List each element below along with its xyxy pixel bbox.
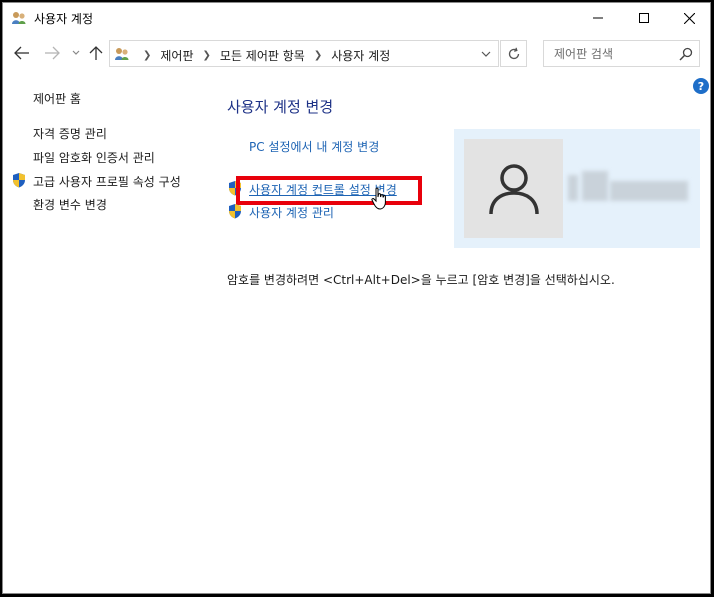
highlight-annotation [236, 176, 422, 205]
title-bar[interactable]: 사용자 계정 [3, 3, 710, 33]
minimize-icon [593, 17, 603, 19]
chevron-right-icon: ❯ [143, 50, 152, 61]
uac-shield-icon [11, 172, 27, 188]
help-button[interactable]: ? [693, 78, 709, 94]
close-button[interactable] [666, 3, 710, 33]
page-title: 사용자 계정 변경 [227, 98, 334, 116]
user-accounts-icon [114, 46, 130, 62]
control-panel-window: 사용자 계정 ❯ 제어판 ❯ 모든 제어판 항목 ❯ 사용자 계정 제어판 검색… [2, 2, 711, 594]
forward-button[interactable] [43, 44, 61, 62]
sidebar-item-credential-manager[interactable]: 자격 증명 관리 [33, 125, 107, 142]
chevron-down-icon [481, 51, 491, 57]
maximize-button[interactable] [621, 3, 667, 33]
arrow-right-icon [45, 46, 60, 60]
hand-cursor-icon [371, 187, 389, 211]
breadcrumb-item[interactable]: 제어판 [160, 47, 193, 64]
up-button[interactable] [87, 44, 105, 62]
redacted-account-name [568, 171, 688, 207]
manage-accounts-link[interactable]: 사용자 계정 관리 [249, 204, 334, 221]
sidebar-item-file-encryption[interactable]: 파일 암호화 인증서 관리 [33, 149, 155, 166]
refresh-icon [508, 47, 519, 59]
back-button[interactable] [13, 44, 31, 62]
chevron-right-icon[interactable]: ❯ [314, 50, 322, 61]
search-icon[interactable] [679, 47, 693, 61]
chevron-right-icon[interactable]: ❯ [203, 50, 211, 61]
address-bar[interactable]: ❯ 제어판 ❯ 모든 제어판 항목 ❯ 사용자 계정 [109, 40, 499, 67]
close-icon [683, 12, 695, 24]
sidebar-home-link[interactable]: 제어판 홈 [33, 90, 81, 107]
user-icon [488, 163, 539, 214]
refresh-button[interactable] [500, 40, 527, 67]
maximize-icon [639, 13, 649, 23]
breadcrumb: ❯ 제어판 ❯ 모든 제어판 항목 ❯ 사용자 계정 [134, 47, 390, 64]
search-input[interactable] [544, 41, 672, 66]
password-change-note: 암호를 변경하려면 <Ctrl+Alt+Del>을 누르고 [암호 변경]을 선… [227, 273, 615, 287]
address-dropdown-button[interactable] [480, 48, 492, 60]
uac-shield-icon [227, 203, 243, 219]
account-profile-panel [454, 129, 700, 248]
window-title: 사용자 계정 [34, 12, 94, 26]
avatar [464, 139, 563, 238]
sidebar-item-advanced-profile[interactable]: 고급 사용자 프로필 속성 구성 [33, 173, 181, 190]
breadcrumb-item[interactable]: 모든 제어판 항목 [220, 47, 305, 64]
search-box[interactable] [543, 40, 700, 67]
breadcrumb-item[interactable]: 사용자 계정 [331, 47, 390, 64]
user-accounts-icon [11, 10, 27, 26]
minimize-button[interactable] [575, 3, 621, 33]
arrow-up-icon [89, 46, 103, 60]
recent-locations-button[interactable] [67, 44, 85, 62]
pc-settings-link[interactable]: PC 설정에서 내 계정 변경 [249, 138, 379, 155]
navigation-bar: ❯ 제어판 ❯ 모든 제어판 항목 ❯ 사용자 계정 [3, 36, 710, 70]
arrow-left-icon [14, 46, 29, 60]
sidebar-item-environment-variables[interactable]: 환경 변수 변경 [33, 196, 107, 213]
chevron-down-icon [72, 50, 80, 55]
